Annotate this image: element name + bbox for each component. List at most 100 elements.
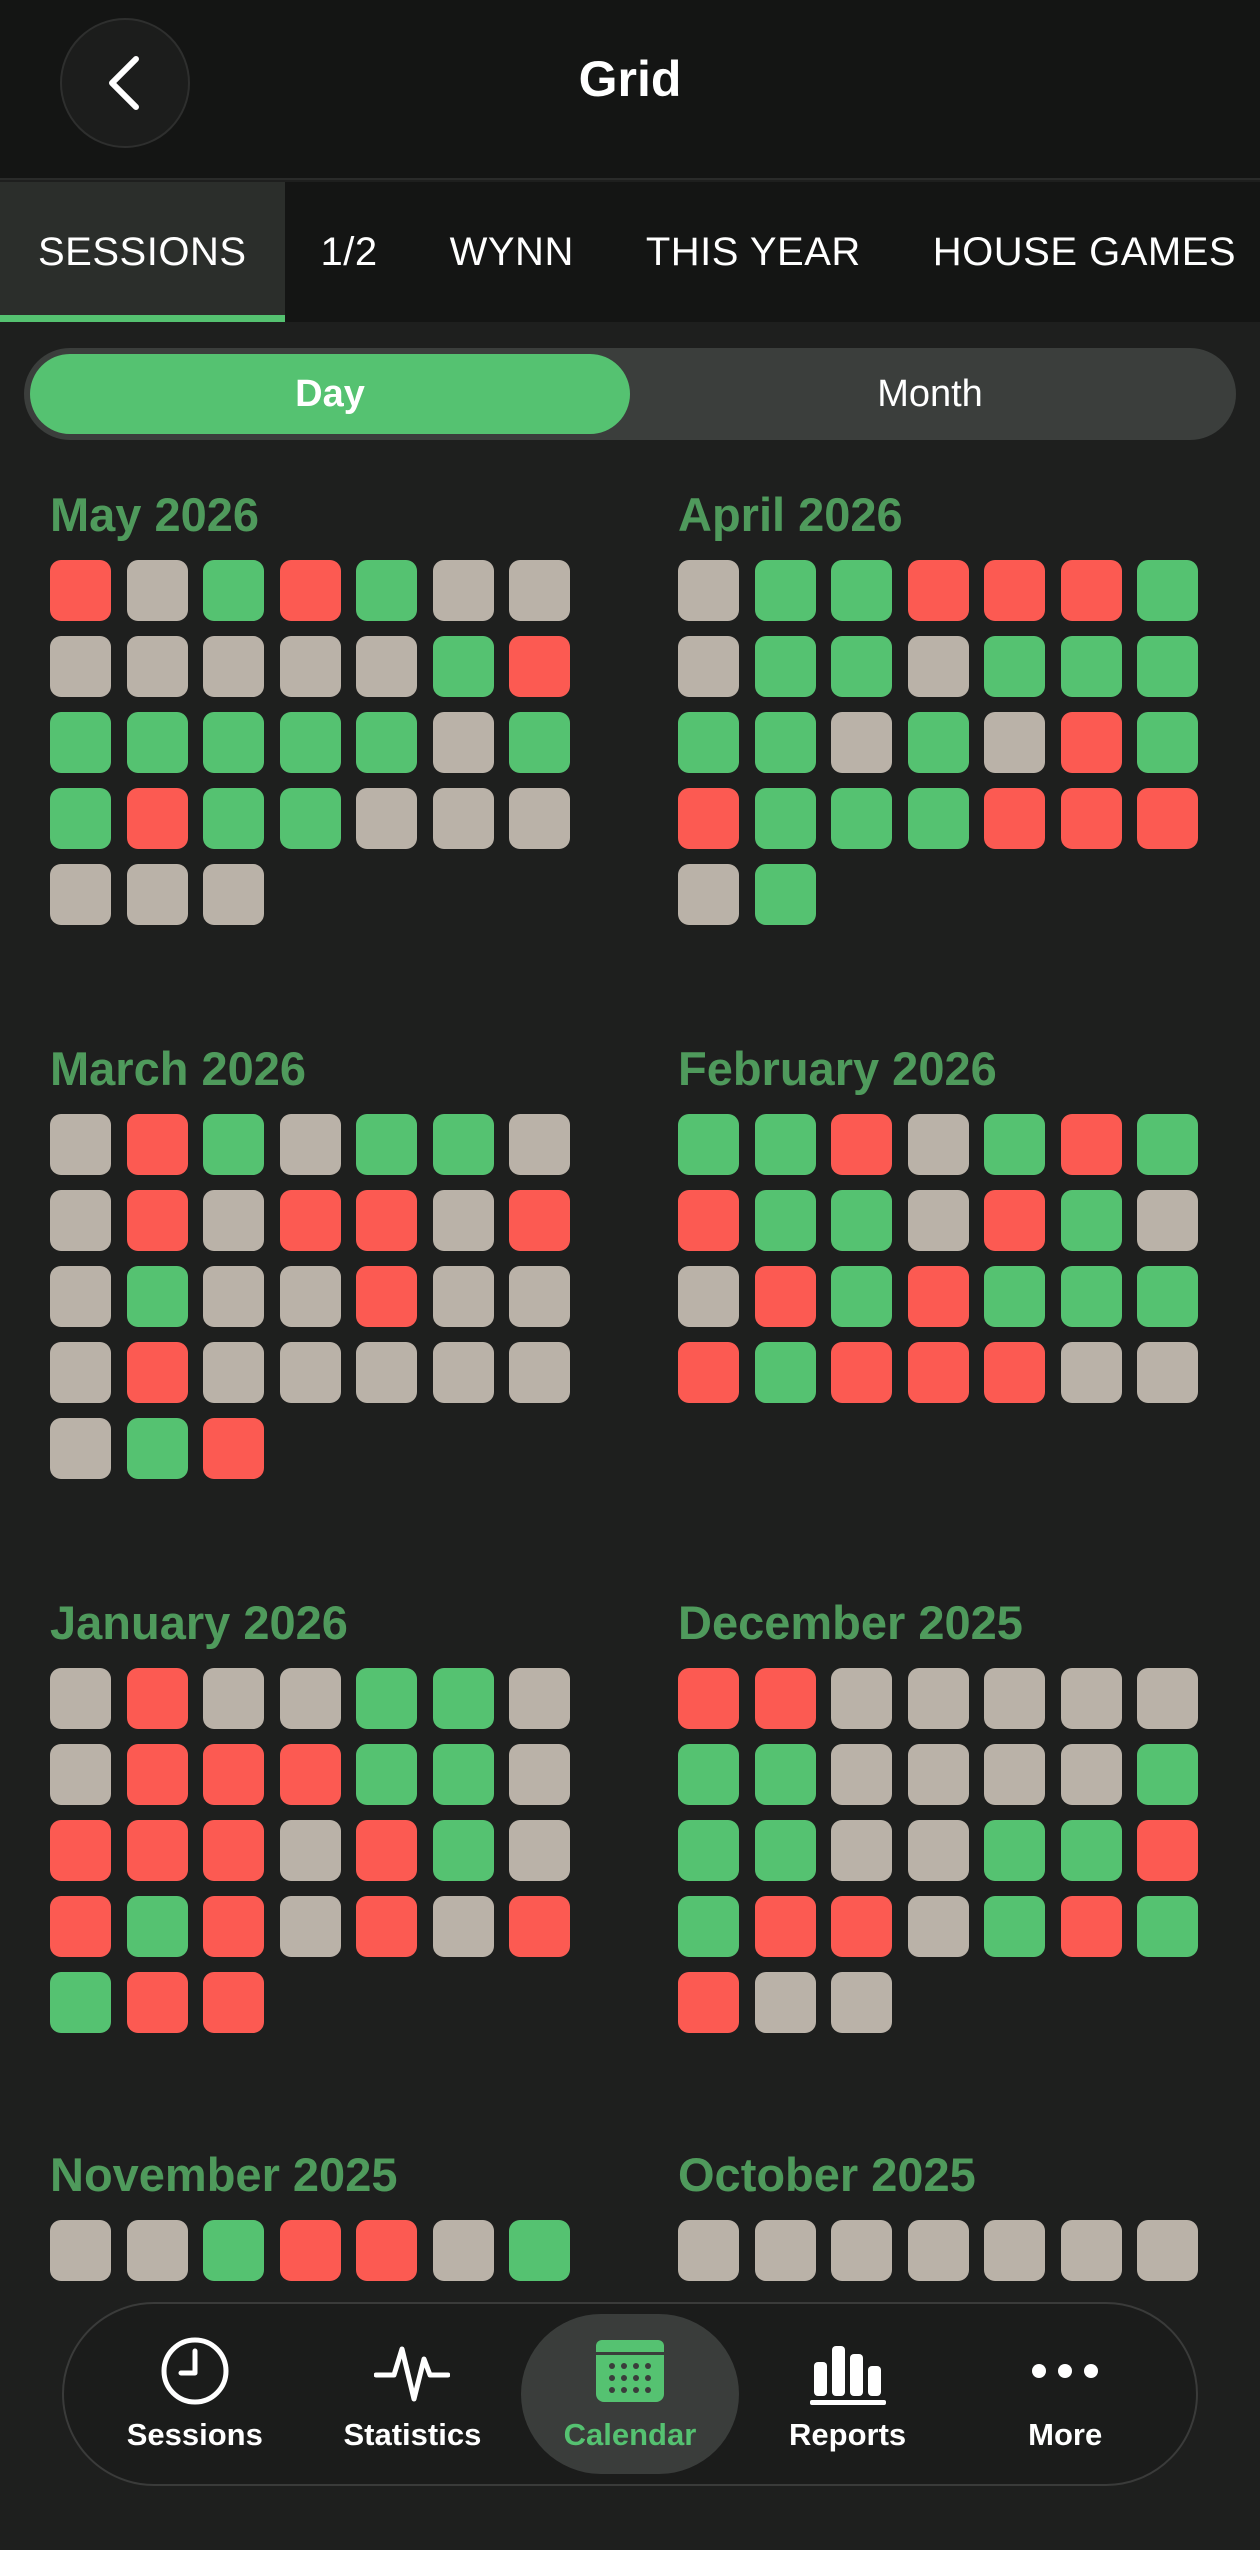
day-cell-none[interactable] [907, 1114, 969, 1175]
day-cell-loss[interactable] [126, 1972, 188, 2033]
day-cell-loss[interactable] [356, 1190, 417, 1251]
day-cell-loss[interactable] [356, 1266, 417, 1327]
day-cell-win[interactable] [754, 1114, 816, 1175]
day-cell-win[interactable] [831, 560, 892, 621]
day-cell-loss[interactable] [356, 2220, 417, 2281]
day-cell-win[interactable] [831, 1190, 892, 1251]
day-cell-loss[interactable] [984, 1190, 1045, 1251]
day-cell-none[interactable] [831, 1744, 892, 1805]
day-cell-loss[interactable] [356, 1896, 417, 1957]
day-cell-win[interactable] [754, 788, 816, 849]
day-cell-win[interactable] [126, 712, 188, 773]
day-cell-none[interactable] [907, 1190, 969, 1251]
day-cell-loss[interactable] [203, 1896, 264, 1957]
day-cell-none[interactable] [831, 2220, 892, 2281]
day-cell-none[interactable] [432, 1190, 494, 1251]
day-cell-none[interactable] [509, 560, 570, 621]
day-cell-win[interactable] [984, 1114, 1045, 1175]
day-cell-none[interactable] [279, 1668, 341, 1729]
day-cell-none[interactable] [432, 560, 494, 621]
day-cell-none[interactable] [279, 1342, 341, 1403]
day-cell-none[interactable] [50, 1744, 111, 1805]
day-cell-win[interactable] [203, 788, 264, 849]
day-cell-loss[interactable] [1137, 788, 1198, 849]
day-cell-none[interactable] [907, 1820, 969, 1881]
day-cell-none[interactable] [1060, 2220, 1122, 2281]
day-cell-loss[interactable] [1060, 788, 1122, 849]
day-cell-win[interactable] [754, 1744, 816, 1805]
day-cell-win[interactable] [907, 788, 969, 849]
day-cell-none[interactable] [907, 1744, 969, 1805]
day-cell-none[interactable] [678, 864, 739, 925]
day-cell-loss[interactable] [754, 1896, 816, 1957]
day-cell-loss[interactable] [1060, 1896, 1122, 1957]
day-cell-win[interactable] [356, 1114, 417, 1175]
day-cell-loss[interactable] [678, 1668, 739, 1729]
nav-reports[interactable]: Reports [739, 2314, 957, 2474]
day-cell-win[interactable] [1060, 1266, 1122, 1327]
day-cell-win[interactable] [1137, 1266, 1198, 1327]
day-cell-win[interactable] [754, 1190, 816, 1251]
day-cell-none[interactable] [50, 1114, 111, 1175]
day-cell-loss[interactable] [50, 560, 111, 621]
day-cell-none[interactable] [907, 1896, 969, 1957]
day-cell-win[interactable] [1137, 636, 1198, 697]
day-cell-win[interactable] [1060, 1820, 1122, 1881]
day-cell-win[interactable] [754, 712, 816, 773]
day-cell-win[interactable] [1137, 1896, 1198, 1957]
day-cell-win[interactable] [50, 788, 111, 849]
day-cell-none[interactable] [203, 864, 264, 925]
day-cell-loss[interactable] [754, 1668, 816, 1729]
day-cell-loss[interactable] [831, 1896, 892, 1957]
day-cell-none[interactable] [984, 2220, 1045, 2281]
day-cell-none[interactable] [126, 636, 188, 697]
day-cell-none[interactable] [509, 1820, 570, 1881]
day-cell-none[interactable] [356, 788, 417, 849]
day-cell-win[interactable] [984, 1266, 1045, 1327]
day-cell-win[interactable] [203, 712, 264, 773]
day-cell-none[interactable] [50, 1418, 111, 1479]
day-cell-win[interactable] [356, 560, 417, 621]
day-cell-win[interactable] [126, 1418, 188, 1479]
day-cell-loss[interactable] [509, 1896, 570, 1957]
day-cell-loss[interactable] [203, 1972, 264, 2033]
tab-half[interactable]: 1/2 [285, 182, 414, 322]
day-cell-loss[interactable] [1060, 560, 1122, 621]
day-cell-loss[interactable] [203, 1744, 264, 1805]
day-cell-loss[interactable] [678, 1190, 739, 1251]
day-cell-win[interactable] [678, 712, 739, 773]
day-cell-none[interactable] [203, 636, 264, 697]
day-cell-win[interactable] [432, 636, 494, 697]
day-cell-win[interactable] [984, 636, 1045, 697]
day-cell-win[interactable] [50, 1972, 111, 2033]
day-cell-loss[interactable] [907, 560, 969, 621]
day-cell-win[interactable] [1060, 1190, 1122, 1251]
day-cell-win[interactable] [432, 1114, 494, 1175]
day-cell-none[interactable] [678, 636, 739, 697]
day-cell-none[interactable] [50, 1342, 111, 1403]
day-cell-none[interactable] [509, 788, 570, 849]
day-cell-none[interactable] [432, 712, 494, 773]
day-cell-loss[interactable] [203, 1820, 264, 1881]
day-cell-loss[interactable] [279, 1190, 341, 1251]
day-cell-none[interactable] [203, 1668, 264, 1729]
day-cell-win[interactable] [907, 712, 969, 773]
day-cell-win[interactable] [831, 788, 892, 849]
day-cell-loss[interactable] [126, 1114, 188, 1175]
day-cell-none[interactable] [356, 636, 417, 697]
day-cell-none[interactable] [50, 2220, 111, 2281]
day-cell-none[interactable] [432, 1896, 494, 1957]
day-cell-none[interactable] [1060, 1744, 1122, 1805]
day-cell-win[interactable] [678, 1744, 739, 1805]
tab-this-year[interactable]: THIS YEAR [610, 182, 897, 322]
day-cell-win[interactable] [279, 788, 341, 849]
day-cell-none[interactable] [984, 712, 1045, 773]
day-option[interactable]: Day [30, 354, 630, 434]
day-cell-none[interactable] [432, 788, 494, 849]
day-cell-loss[interactable] [509, 1190, 570, 1251]
day-cell-win[interactable] [754, 560, 816, 621]
day-cell-none[interactable] [203, 1266, 264, 1327]
nav-statistics[interactable]: Statistics [304, 2314, 522, 2474]
day-cell-none[interactable] [432, 1342, 494, 1403]
day-cell-win[interactable] [754, 864, 816, 925]
